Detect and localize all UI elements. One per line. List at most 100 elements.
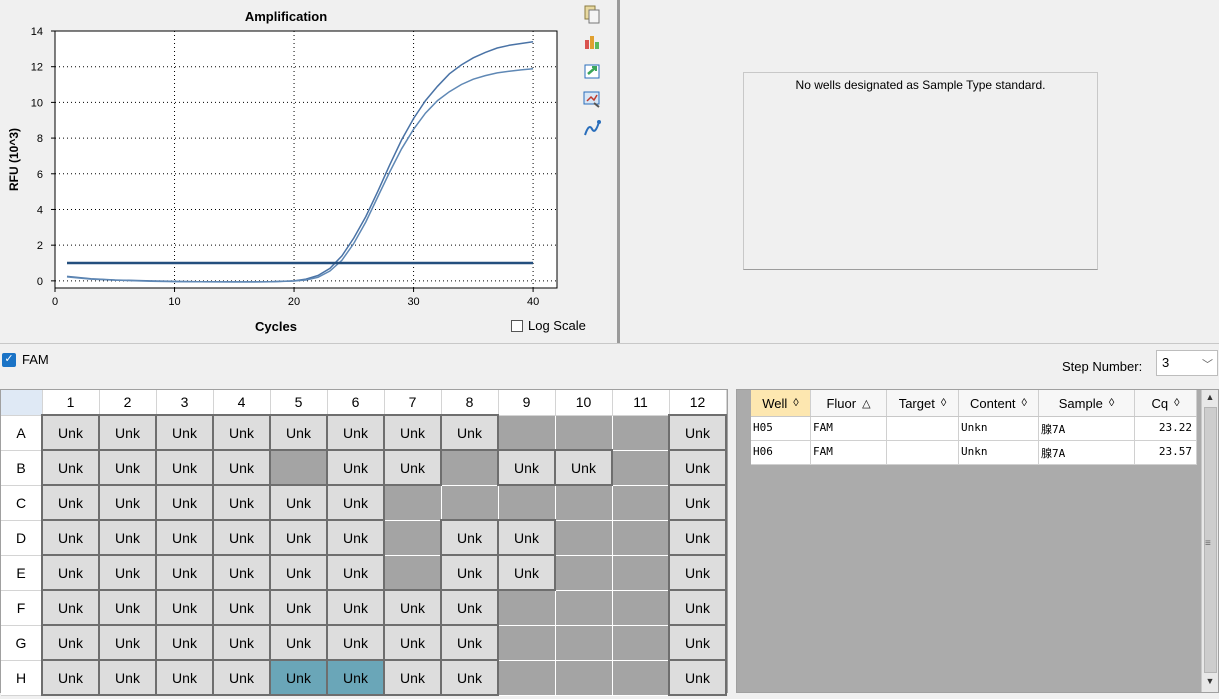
zoom-icon[interactable] bbox=[582, 89, 602, 109]
scroll-down-icon[interactable]: ▼ bbox=[1202, 676, 1218, 690]
plate-column-header[interactable]: 11 bbox=[612, 390, 670, 416]
plate-well[interactable] bbox=[611, 624, 670, 661]
step-number-select[interactable]: 3 ﹀ bbox=[1156, 350, 1218, 376]
plate-well[interactable]: Unk bbox=[155, 484, 214, 521]
plate-well[interactable]: Unk bbox=[554, 449, 613, 486]
results-column-header[interactable]: Target ◊ bbox=[887, 390, 959, 416]
plate-well[interactable]: Unk bbox=[668, 589, 727, 626]
plate-column-header[interactable]: 6 bbox=[327, 390, 385, 416]
plate-well[interactable]: Unk bbox=[383, 449, 442, 486]
results-column-header[interactable]: Fluor △ bbox=[811, 390, 887, 416]
plate-well[interactable] bbox=[554, 554, 613, 591]
plate-well[interactable]: Unk bbox=[155, 554, 214, 591]
plate-well[interactable]: Unk bbox=[668, 414, 727, 451]
sort-icon[interactable]: ◊ bbox=[1174, 397, 1179, 409]
plate-well[interactable]: Unk bbox=[326, 484, 385, 521]
plate-well[interactable]: Unk bbox=[440, 659, 499, 696]
plate-well[interactable]: Unk bbox=[98, 589, 157, 626]
plate-well[interactable] bbox=[497, 589, 556, 626]
plate-well[interactable]: Unk bbox=[98, 519, 157, 556]
table-row[interactable]: H05 FAM Unkn 腺7A 23.22 bbox=[751, 417, 1197, 441]
plate-well[interactable]: Unk bbox=[155, 414, 214, 451]
plate-well[interactable]: Unk bbox=[383, 624, 442, 661]
plate-well[interactable]: Unk bbox=[41, 484, 100, 521]
plate-well[interactable]: Unk bbox=[668, 484, 727, 521]
plate-well[interactable] bbox=[269, 449, 328, 486]
plate-well[interactable]: Unk bbox=[41, 589, 100, 626]
plate-row-header[interactable]: H bbox=[1, 660, 43, 696]
plate-well[interactable]: Unk bbox=[326, 624, 385, 661]
table-row[interactable]: H06 FAM Unkn 腺7A 23.57 bbox=[751, 441, 1197, 465]
plate-well[interactable]: Unk bbox=[440, 589, 499, 626]
plate-well[interactable]: Unk bbox=[212, 484, 271, 521]
plate-well[interactable]: Unk bbox=[269, 554, 328, 591]
plate-well[interactable] bbox=[440, 449, 499, 486]
plate-well[interactable]: Unk bbox=[326, 519, 385, 556]
plate-column-header[interactable]: 9 bbox=[498, 390, 556, 416]
plate-column-header[interactable]: 2 bbox=[99, 390, 157, 416]
plate-well[interactable]: Unk bbox=[668, 624, 727, 661]
results-column-header[interactable]: Well ◊ bbox=[751, 390, 811, 416]
plate-well[interactable]: Unk bbox=[326, 414, 385, 451]
plate-well[interactable] bbox=[611, 449, 670, 486]
sort-icon[interactable]: ◊ bbox=[941, 397, 946, 409]
results-column-header[interactable]: Content ◊ bbox=[959, 390, 1039, 416]
plate-well[interactable]: Unk bbox=[269, 589, 328, 626]
log-scale-checkbox[interactable] bbox=[511, 319, 523, 332]
plate-well[interactable]: Unk bbox=[98, 414, 157, 451]
plate-well[interactable]: Unk bbox=[212, 554, 271, 591]
plate-well[interactable]: Unk bbox=[155, 624, 214, 661]
plate-well[interactable]: Unk bbox=[41, 554, 100, 591]
plate-well[interactable]: Unk bbox=[41, 414, 100, 451]
plate-well[interactable]: Unk bbox=[497, 449, 556, 486]
plate-row-header[interactable]: A bbox=[1, 415, 43, 451]
plate-well[interactable]: Unk bbox=[212, 624, 271, 661]
plate-well[interactable]: Unk bbox=[668, 519, 727, 556]
chart-settings-icon[interactable] bbox=[582, 31, 602, 51]
results-column-header[interactable]: Cq ◊ bbox=[1135, 390, 1197, 416]
plate-well[interactable]: Unk bbox=[98, 624, 157, 661]
plate-well[interactable]: Unk bbox=[269, 659, 328, 696]
plate-well[interactable] bbox=[554, 659, 613, 696]
plate-well[interactable] bbox=[554, 484, 613, 521]
plate-well[interactable]: Unk bbox=[155, 519, 214, 556]
plate-well[interactable]: Unk bbox=[383, 589, 442, 626]
copy-icon[interactable] bbox=[582, 4, 602, 24]
plate-well[interactable] bbox=[554, 589, 613, 626]
panel-splitter[interactable] bbox=[617, 0, 620, 343]
plate-well[interactable]: Unk bbox=[668, 659, 727, 696]
plate-well[interactable] bbox=[497, 624, 556, 661]
plate-well[interactable]: Unk bbox=[383, 659, 442, 696]
sort-icon[interactable]: ◊ bbox=[1022, 397, 1027, 409]
export-icon[interactable] bbox=[582, 61, 602, 81]
plate-well[interactable]: Unk bbox=[440, 519, 499, 556]
plate-column-header[interactable]: 12 bbox=[669, 390, 727, 416]
plate-column-header[interactable]: 1 bbox=[42, 390, 100, 416]
plate-well[interactable]: Unk bbox=[212, 414, 271, 451]
plate-well[interactable]: Unk bbox=[383, 414, 442, 451]
plate-well[interactable]: Unk bbox=[269, 519, 328, 556]
plate-well[interactable]: Unk bbox=[668, 554, 727, 591]
plate-well[interactable]: Unk bbox=[98, 554, 157, 591]
scroll-up-icon[interactable]: ▲ bbox=[1202, 392, 1218, 406]
plate-well[interactable]: Unk bbox=[269, 414, 328, 451]
plate-well[interactable] bbox=[383, 484, 442, 521]
plate-well[interactable]: Unk bbox=[440, 624, 499, 661]
plate-well[interactable]: Unk bbox=[440, 554, 499, 591]
plate-well[interactable]: Unk bbox=[155, 659, 214, 696]
plate-well[interactable]: Unk bbox=[212, 659, 271, 696]
fluor-filter[interactable]: ✓ FAM bbox=[2, 352, 49, 367]
sort-icon[interactable]: △ bbox=[862, 397, 870, 410]
plate-well[interactable]: Unk bbox=[497, 519, 556, 556]
results-column-header[interactable]: Sample ◊ bbox=[1039, 390, 1135, 416]
plate-row-header[interactable]: F bbox=[1, 590, 43, 626]
plate-well[interactable]: Unk bbox=[98, 449, 157, 486]
results-scrollbar[interactable]: ▲ ≡ ▼ bbox=[1201, 390, 1218, 692]
plate-well[interactable]: Unk bbox=[212, 449, 271, 486]
plate-well[interactable]: Unk bbox=[98, 659, 157, 696]
plate-well[interactable]: Unk bbox=[440, 414, 499, 451]
plate-well[interactable]: Unk bbox=[212, 519, 271, 556]
plate-well[interactable]: Unk bbox=[269, 484, 328, 521]
select-all-corner[interactable] bbox=[1, 390, 43, 416]
plate-well[interactable]: Unk bbox=[41, 624, 100, 661]
